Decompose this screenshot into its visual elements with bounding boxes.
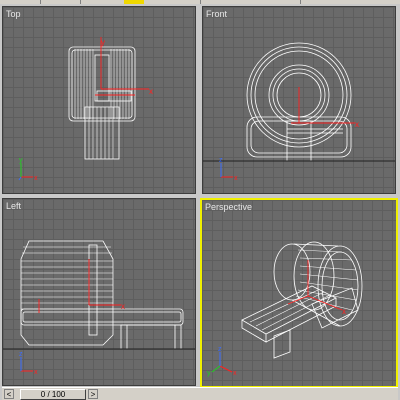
perspective-view-wireframe: x x z y [207, 241, 363, 377]
time-slider-thumb[interactable]: 0 / 100 [20, 389, 86, 400]
svg-text:x: x [34, 175, 38, 182]
time-slider[interactable]: < 0 / 100 > [2, 387, 398, 400]
svg-text:z: z [218, 346, 222, 353]
top-view-wireframe: x y x y [18, 37, 153, 182]
axis-gizmo-icon: x y [18, 157, 38, 182]
toolbar-separator [200, 0, 201, 4]
top-toolbar-strip [0, 0, 400, 4]
toolbar-separator [300, 0, 301, 4]
viewport-perspective[interactable]: Perspective x x z y [200, 198, 398, 388]
svg-text:z: z [219, 157, 223, 164]
svg-text:y: y [19, 157, 23, 164]
svg-text:x: x [149, 87, 153, 96]
front-view-wireframe: x x z [203, 42, 395, 182]
axis-gizmo-icon: x z [19, 351, 38, 376]
svg-text:x: x [355, 120, 359, 129]
viewport-left[interactable]: Left x x z [2, 198, 196, 386]
chevron-right-icon[interactable]: > [88, 389, 98, 399]
chevron-left-icon[interactable]: < [4, 389, 14, 399]
svg-text:x: x [234, 175, 238, 182]
viewport-front[interactable]: Front x x z [202, 6, 396, 194]
viewport-top[interactable]: Top x y x y [2, 6, 196, 194]
active-toolbar-indicator [124, 0, 144, 4]
axis-gizmo-icon: x z y [207, 346, 237, 377]
svg-text:y: y [101, 38, 105, 47]
svg-text:x: x [233, 370, 237, 377]
svg-text:z: z [19, 351, 23, 358]
svg-text:x: x [342, 307, 346, 316]
svg-text:x: x [34, 369, 38, 376]
svg-text:x: x [121, 302, 125, 311]
toolbar-separator [80, 0, 81, 4]
left-view-wireframe: x x z [3, 240, 195, 376]
svg-text:y: y [207, 370, 211, 377]
toolbar-separator [40, 0, 41, 4]
